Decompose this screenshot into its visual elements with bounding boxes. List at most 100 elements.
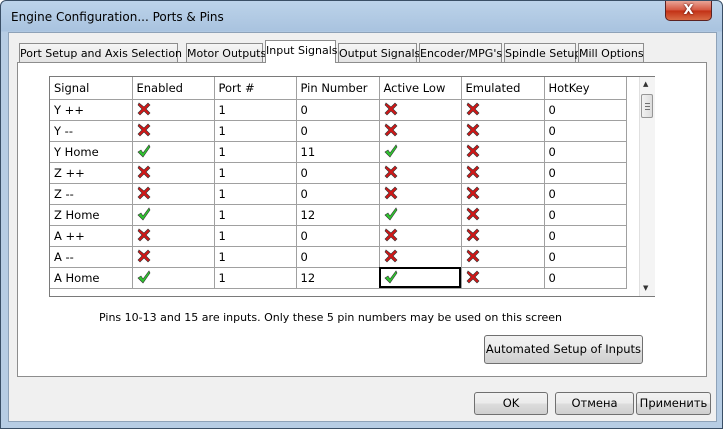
pin-number-cell[interactable]: 0 [296,99,380,121]
table-row[interactable]: Z -- 1 0 0 [50,183,627,205]
apply-button[interactable]: Применить [636,392,711,415]
tab-port-setup[interactable]: Port Setup and Axis Selection [19,43,182,62]
col-header-port[interactable]: Port # [214,77,297,100]
emulated-cell[interactable] [461,162,545,184]
pin-number-cell[interactable]: 0 [296,225,380,247]
hotkey-cell[interactable]: 0 [544,267,627,289]
enabled-cell[interactable] [132,120,215,142]
pin-number-cell[interactable]: 11 [296,141,380,163]
scroll-down-icon[interactable]: ▼ [643,284,648,292]
scroll-thumb[interactable] [641,94,653,118]
scroll-up-icon[interactable]: ▲ [643,80,648,88]
col-header-enabled[interactable]: Enabled [132,77,215,100]
hotkey-cell[interactable]: 0 [544,246,627,268]
hotkey-cell[interactable]: 0 [544,99,627,121]
port-cell[interactable]: 1 [214,225,297,247]
hotkey-cell[interactable]: 0 [544,204,627,226]
port-cell[interactable]: 1 [214,120,297,142]
enabled-cell[interactable] [132,183,215,205]
table-header-row: Signal Enabled Port # Pin Number Active Low E… [50,77,627,100]
port-cell[interactable]: 1 [214,99,297,121]
port-cell[interactable]: 1 [214,141,297,163]
active-low-cell[interactable] [379,267,462,289]
emulated-cell[interactable] [461,141,545,163]
close-button[interactable]: X [665,1,712,21]
emulated-cell[interactable] [461,99,545,121]
port-cell[interactable]: 1 [214,183,297,205]
pin-number-cell[interactable]: 0 [296,183,380,205]
table-row[interactable]: A Home 1 12 0 [50,267,627,289]
port-cell[interactable]: 1 [214,267,297,289]
signal-cell[interactable]: A Home [50,267,133,289]
signal-cell[interactable]: Z Home [50,204,133,226]
col-header-emulated[interactable]: Emulated [461,77,545,100]
tab-input-signals[interactable]: Input Signals [265,40,338,63]
enabled-cell[interactable] [132,246,215,268]
tab-mill-options[interactable]: Mill Options [578,43,644,62]
table-row[interactable]: Z ++ 1 0 0 [50,162,627,184]
title-bar[interactable]: Engine Configuration... Ports & Pins X [1,1,722,32]
active-low-cell[interactable] [379,99,462,121]
emulated-cell[interactable] [461,120,545,142]
tab-output-signals[interactable]: Output Signals [338,43,420,62]
col-header-hotkey[interactable]: HotKey [544,77,627,100]
pin-number-cell[interactable]: 0 [296,120,380,142]
active-low-cell[interactable] [379,204,462,226]
active-low-cell[interactable] [379,183,462,205]
signal-cell[interactable]: Z -- [50,183,133,205]
active-low-cell[interactable] [379,162,462,184]
red-x-icon [466,165,479,179]
enabled-cell[interactable] [132,225,215,247]
pin-number-cell[interactable]: 0 [296,162,380,184]
hotkey-cell[interactable]: 0 [544,120,627,142]
table-row[interactable]: Z Home 1 12 0 [50,204,627,226]
emulated-cell[interactable] [461,267,545,289]
port-cell[interactable]: 1 [214,162,297,184]
port-cell[interactable]: 1 [214,204,297,226]
col-header-active-low[interactable]: Active Low [379,77,462,100]
signal-cell[interactable]: Y Home [50,141,133,163]
table-row[interactable]: Y -- 1 0 0 [50,120,627,142]
pin-number-cell[interactable]: 0 [296,246,380,268]
signal-cell[interactable]: A ++ [50,225,133,247]
active-low-cell[interactable] [379,246,462,268]
enabled-cell[interactable] [132,162,215,184]
signal-cell[interactable]: Y ++ [50,99,133,121]
tab-encoder-mpgs[interactable]: Encoder/MPG's [419,43,502,62]
port-cell[interactable]: 1 [214,246,297,268]
automated-setup-button[interactable]: Automated Setup of Inputs [484,335,643,364]
hotkey-cell[interactable]: 0 [544,162,627,184]
enabled-cell[interactable] [132,204,215,226]
table-row[interactable]: A -- 1 0 0 [50,246,627,268]
pin-number-cell[interactable]: 12 [296,204,380,226]
col-header-pin-number[interactable]: Pin Number [296,77,380,100]
active-low-cell[interactable] [379,120,462,142]
ok-button[interactable]: OK [474,392,548,415]
tab-spindle-setup[interactable]: Spindle Setup [504,43,581,62]
signal-cell[interactable]: A -- [50,246,133,268]
pin-number-cell[interactable]: 12 [296,267,380,289]
signal-cell[interactable]: Y -- [50,120,133,142]
enabled-cell[interactable] [132,141,215,163]
active-low-cell[interactable] [379,225,462,247]
hotkey-cell[interactable]: 0 [544,225,627,247]
input-signals-grid[interactable]: Signal Enabled Port # Pin Number Active Low E… [49,76,655,297]
signal-cell[interactable]: Z ++ [50,162,133,184]
table-row[interactable]: Y Home 1 11 0 [50,141,627,163]
vertical-scrollbar[interactable]: ▲ ▼ [639,77,655,296]
active-low-cell[interactable] [379,141,462,163]
hotkey-cell[interactable]: 0 [544,141,627,163]
table-row[interactable]: Y ++ 1 0 0 [50,99,627,121]
col-header-signal[interactable]: Signal [50,77,133,100]
tab-motor-outputs[interactable]: Motor Outputs [186,43,266,62]
emulated-cell[interactable] [461,246,545,268]
table-row[interactable]: A ++ 1 0 0 [50,225,627,247]
emulated-cell[interactable] [461,225,545,247]
cancel-button[interactable]: Отмена [555,392,634,415]
enabled-cell[interactable] [132,99,215,121]
emulated-cell[interactable] [461,183,545,205]
enabled-cell[interactable] [132,267,215,289]
red-x-icon [384,186,397,200]
emulated-cell[interactable] [461,204,545,226]
hotkey-cell[interactable]: 0 [544,183,627,205]
